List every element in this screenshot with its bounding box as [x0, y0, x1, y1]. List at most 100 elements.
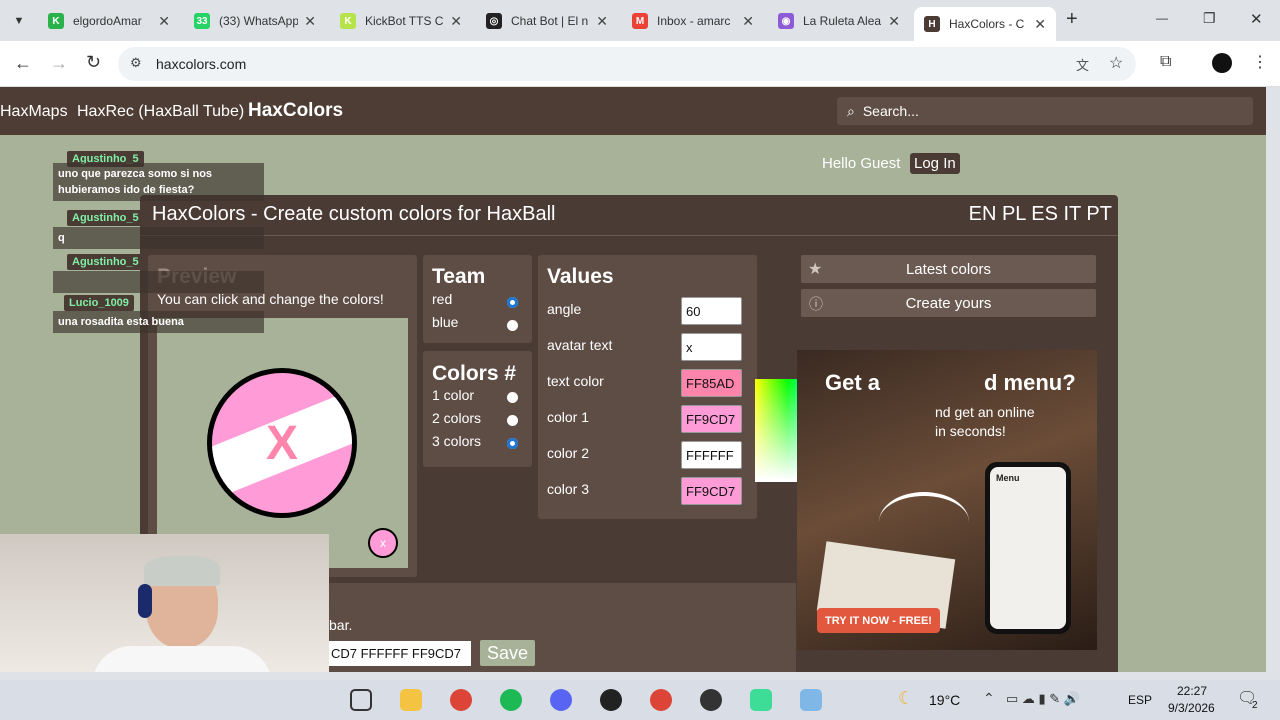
- menu-kebab-icon[interactable]: ⋮: [1252, 52, 1268, 72]
- value-input[interactable]: 60: [681, 297, 742, 325]
- tray-icons[interactable]: ▭ ☁ ▮ ✎ 🔊: [1006, 691, 1080, 707]
- ad-phone: Menu: [985, 462, 1071, 634]
- restore-button[interactable]: ❐: [1203, 10, 1216, 27]
- ad-subline-2: in seconds!: [935, 423, 1006, 439]
- site-settings-icon[interactable]: ⚙: [130, 55, 142, 71]
- one-color-radio[interactable]: [507, 392, 518, 403]
- chatgpt-icon[interactable]: [600, 689, 622, 711]
- tab-favicon-icon: ◉: [778, 13, 794, 29]
- team-title: Team: [432, 265, 486, 288]
- weather-moon-icon[interactable]: ☾: [898, 688, 914, 709]
- clock-date[interactable]: 9/3/2026: [1168, 701, 1215, 715]
- tab-close-icon[interactable]: ✕: [450, 13, 462, 30]
- latest-colors-button[interactable]: ★ Latest colors: [801, 255, 1096, 283]
- nav-haxrec[interactable]: HaxRec (HaxBall Tube): [77, 103, 244, 121]
- tab-close-icon[interactable]: ✕: [888, 13, 900, 30]
- command-input[interactable]: CD7 FFFFFF FF9CD7: [329, 641, 471, 666]
- tab-favicon-icon: M: [632, 13, 648, 29]
- tab-search-button[interactable]: ▼: [8, 10, 30, 32]
- headphones-icon: [138, 584, 152, 618]
- latest-colors-label: Latest colors: [905, 260, 992, 278]
- browser-tab[interactable]: H HaxColors - C ✕: [914, 7, 1056, 41]
- browser-tab[interactable]: ◎ Chat Bot | El n ✕: [476, 7, 618, 35]
- values-panel: Values angle 60 avatar text x text color FF85…: [538, 255, 757, 519]
- spotify-icon[interactable]: [500, 689, 522, 711]
- tab-favicon-icon: K: [340, 13, 356, 29]
- discord-icon[interactable]: [550, 689, 572, 711]
- team-option-blue-label: blue: [432, 314, 459, 330]
- bottom-text: bar.: [329, 617, 353, 633]
- windows-taskbar: ☾ 19°C ⌃ ▭ ☁ ▮ ✎ 🔊 ESP 22:27 9/3/2026 🗨 …: [0, 680, 1280, 720]
- temperature-text[interactable]: 19°C: [929, 692, 960, 708]
- tab-favicon-icon: K: [48, 13, 64, 29]
- language-links[interactable]: EN PL ES IT PT: [969, 203, 1112, 226]
- file-explorer-icon[interactable]: [400, 689, 422, 711]
- new-tab-button[interactable]: +: [1066, 8, 1078, 31]
- tab-close-icon[interactable]: ✕: [1034, 16, 1046, 33]
- task-view-icon[interactable]: [350, 689, 372, 711]
- tab-favicon-icon: ◎: [486, 13, 502, 29]
- reload-icon[interactable]: ↻: [86, 52, 101, 73]
- url-field[interactable]: ⚙ haxcolors.com 文 ☆: [118, 47, 1136, 81]
- value-input[interactable]: FFFFFF: [681, 441, 742, 469]
- create-yours-button[interactable]: ⓘ Create yours: [801, 289, 1096, 317]
- chat-username: Lucio_1009: [64, 295, 134, 311]
- obs-icon[interactable]: [700, 689, 722, 711]
- haxball-icon[interactable]: [750, 689, 772, 711]
- team-panel: Team red blue: [423, 255, 532, 343]
- nav-haxcolors[interactable]: HaxColors: [248, 100, 343, 122]
- value-label: avatar text: [547, 337, 613, 353]
- value-input[interactable]: FF85AD: [681, 369, 742, 397]
- three-colors-radio[interactable]: [507, 438, 518, 449]
- ad-cta-button[interactable]: TRY IT NOW - FREE!: [817, 608, 940, 633]
- browser-tab[interactable]: 33 (33) WhatsApp ✕: [184, 7, 326, 35]
- bookmark-star-icon[interactable]: ☆: [1109, 53, 1123, 73]
- chrome-icon[interactable]: [450, 689, 472, 711]
- chrome-active-icon[interactable]: [650, 689, 672, 711]
- nav-haxmaps[interactable]: HaxMaps: [0, 103, 68, 121]
- info-icon: ⓘ: [809, 296, 823, 312]
- browser-tab[interactable]: KelgordoAmar ✕: [38, 7, 180, 35]
- team-red-radio[interactable]: [507, 297, 518, 308]
- tab-favicon-icon: 33: [194, 13, 210, 29]
- clock-time[interactable]: 22:27: [1177, 684, 1207, 698]
- browser-tab[interactable]: K KickBot TTS C ✕: [330, 7, 472, 35]
- minimize-button[interactable]: —: [1156, 11, 1168, 25]
- value-input[interactable]: FF9CD7: [681, 405, 742, 433]
- chat-username: Agustinho_5: [67, 254, 144, 270]
- colors-count-panel: Colors # 1 color 2 colors 3 colors: [423, 351, 532, 467]
- profile-avatar[interactable]: [1212, 53, 1232, 73]
- save-button[interactable]: Save: [480, 640, 536, 666]
- small-avatar[interactable]: x: [368, 528, 398, 558]
- webcam-overlay: [0, 534, 329, 672]
- search-icon: ⌕: [847, 102, 855, 119]
- tray-chevron-icon[interactable]: ⌃: [983, 690, 995, 707]
- tab-close-icon[interactable]: ✕: [158, 13, 170, 30]
- tab-close-icon[interactable]: ✕: [596, 13, 608, 30]
- notepad-icon[interactable]: [800, 689, 822, 711]
- language-indicator[interactable]: ESP: [1128, 693, 1152, 707]
- value-input[interactable]: FF9CD7: [681, 477, 742, 505]
- extensions-icon[interactable]: ⧉: [1160, 53, 1171, 71]
- browser-tab[interactable]: M Inbox - amarc ✕: [622, 7, 764, 35]
- url-text: haxcolors.com: [156, 56, 247, 72]
- advertisement[interactable]: Get a d menu? nd get an online in second…: [797, 350, 1097, 650]
- preview-canvas[interactable]: X x: [157, 318, 408, 568]
- search-box[interactable]: ⌕ Search...: [837, 97, 1253, 125]
- login-button[interactable]: Log In: [910, 153, 960, 174]
- team-blue-radio[interactable]: [507, 320, 518, 331]
- translate-icon[interactable]: 文: [1076, 55, 1089, 74]
- one-color-label: 1 color: [432, 387, 475, 403]
- close-window-button[interactable]: ✕: [1250, 10, 1263, 28]
- tab-close-icon[interactable]: ✕: [742, 13, 754, 30]
- browser-tab[interactable]: ◉ La Ruleta Alea ✕: [768, 7, 910, 35]
- two-colors-radio[interactable]: [507, 415, 518, 426]
- value-input[interactable]: x: [681, 333, 742, 361]
- value-label: text color: [547, 373, 604, 389]
- forward-arrow-icon[interactable]: →: [50, 53, 68, 74]
- back-arrow-icon[interactable]: ←: [14, 53, 32, 74]
- avatar-disc[interactable]: X: [207, 368, 357, 518]
- value-label: angle: [547, 301, 582, 317]
- tab-close-icon[interactable]: ✕: [304, 13, 316, 30]
- colors-count-title: Colors #: [432, 362, 517, 385]
